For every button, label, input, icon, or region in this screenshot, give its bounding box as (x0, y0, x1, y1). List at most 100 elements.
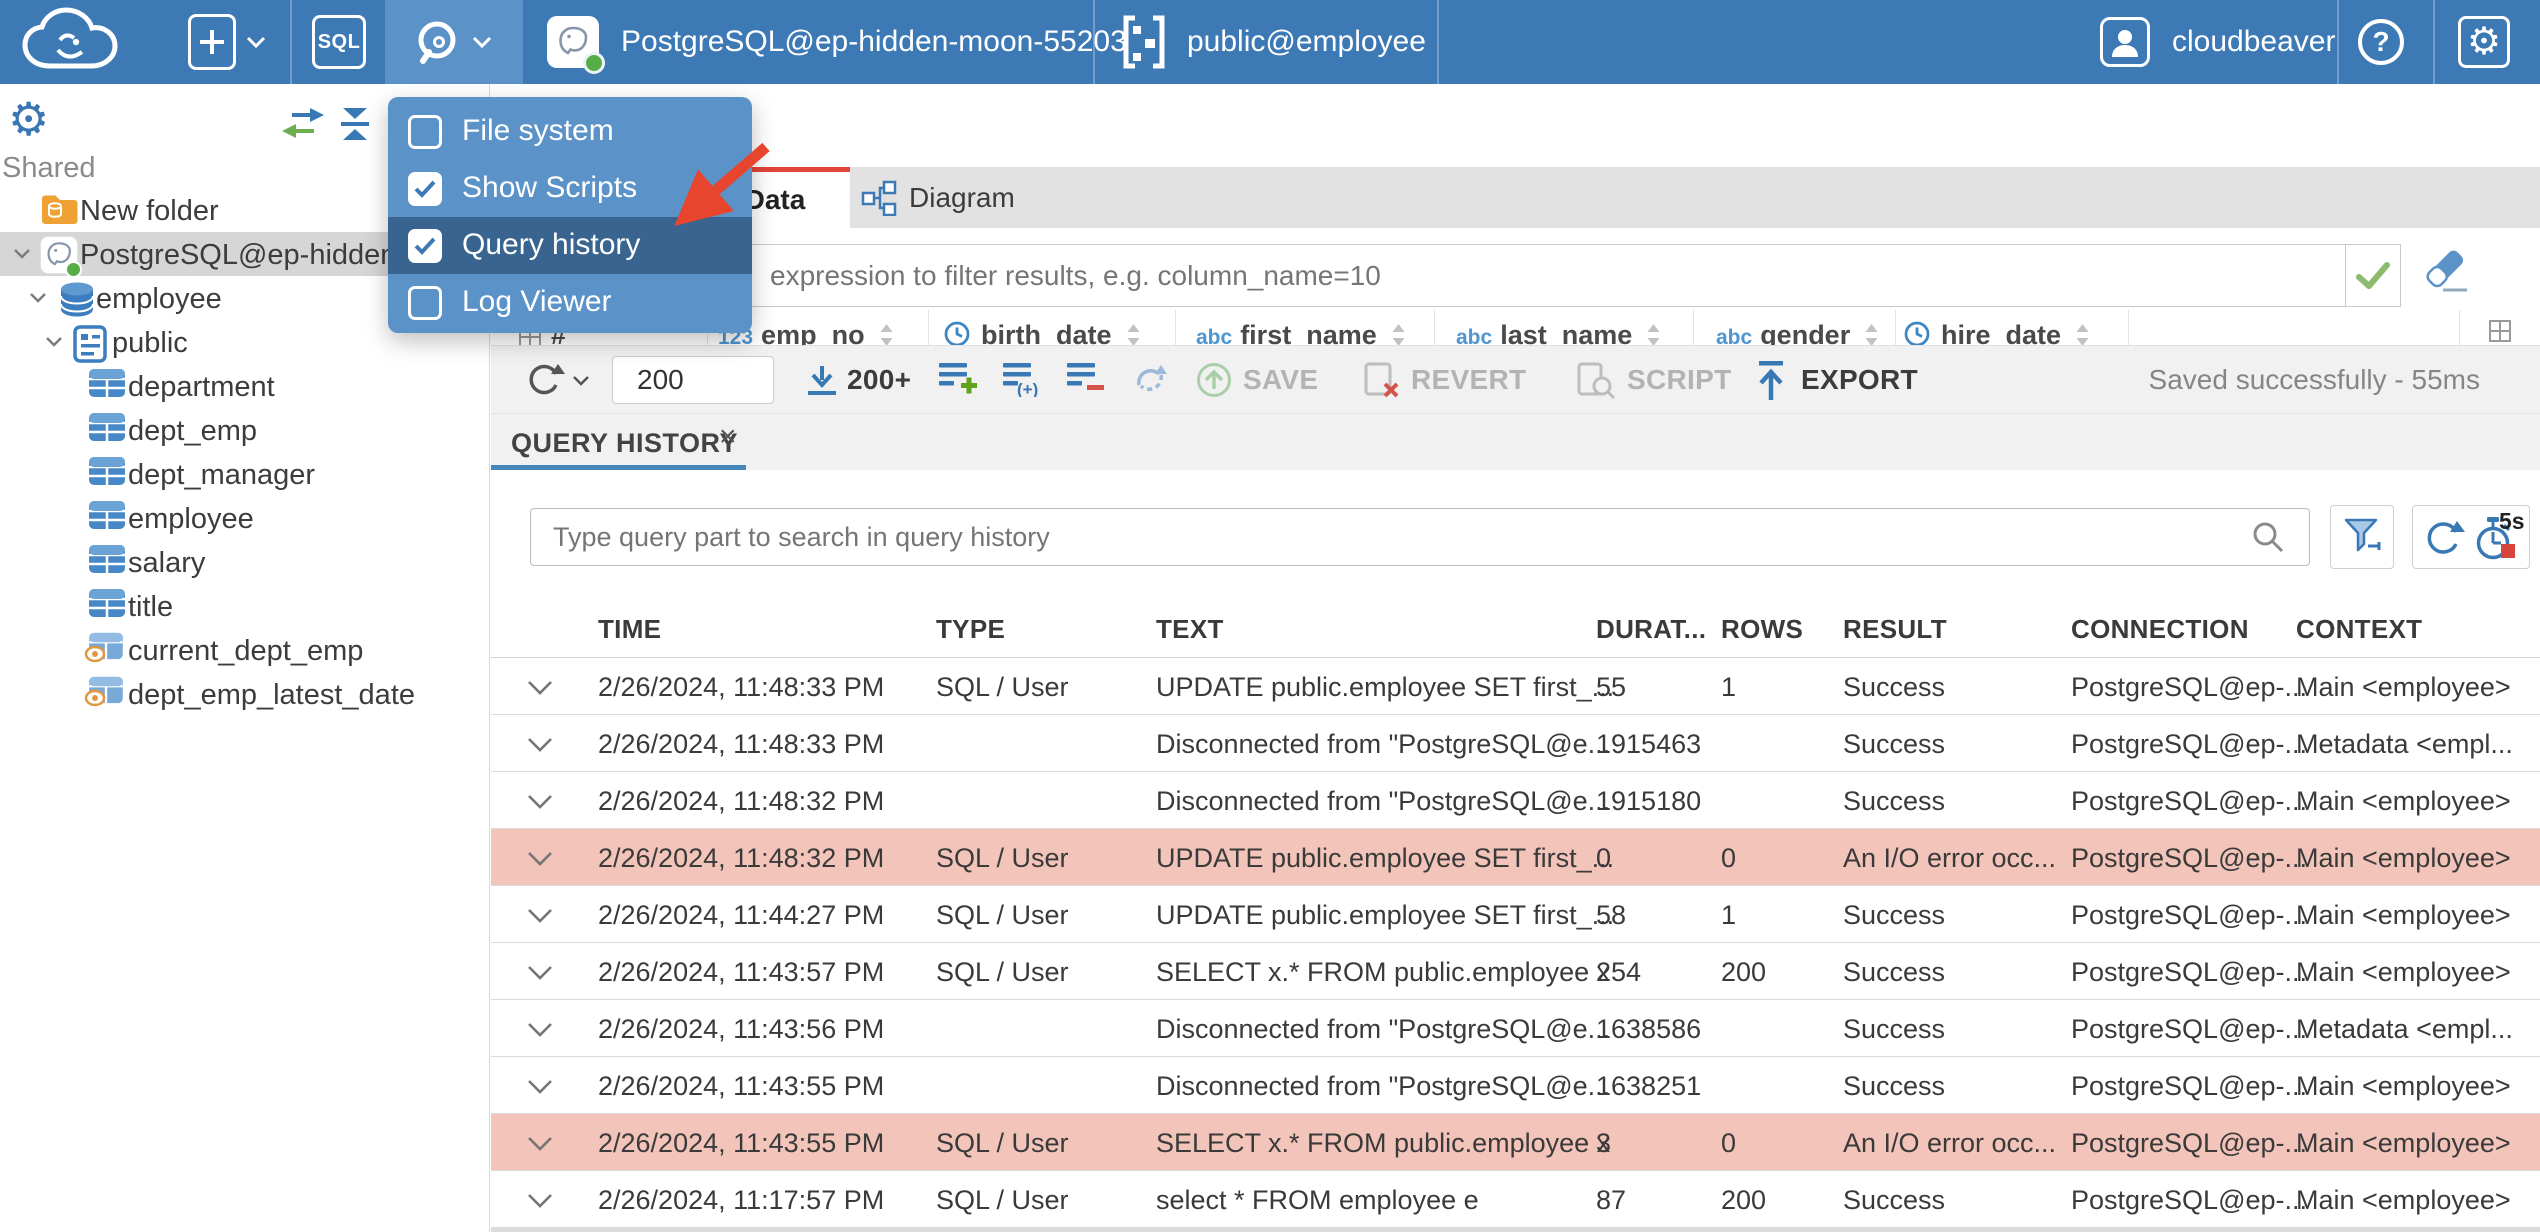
sql-editor-button[interactable]: SQL (312, 0, 366, 84)
refresh-document-icon[interactable] (1131, 361, 1171, 404)
table-icon (88, 588, 126, 623)
fetch-more-icon[interactable] (803, 364, 841, 405)
history-row[interactable]: 2/26/2024, 11:43:55 PM SQL / User SELECT x… (491, 1114, 2540, 1171)
script-button[interactable]: SCRIPT (1627, 364, 1731, 396)
history-refresh-icon[interactable] (2423, 518, 2465, 565)
column-header-durat[interactable]: DURAT... (1596, 614, 1706, 645)
filter-expression-input[interactable] (505, 244, 2346, 307)
add-row-icon[interactable] (939, 361, 979, 402)
column-header-type[interactable]: TYPE (936, 614, 1005, 645)
refresh-options-chevron-icon[interactable] (571, 374, 591, 388)
expand-row-chevron-icon[interactable] (527, 737, 553, 757)
menu-item-file-system[interactable]: File system (388, 103, 752, 160)
history-row[interactable]: 2/26/2024, 11:48:32 PM Disconnected from … (491, 772, 2540, 829)
history-row[interactable]: 2/26/2024, 11:48:32 PM SQL / User UPDATE p… (491, 829, 2540, 886)
tree-node-department[interactable]: department (0, 364, 490, 408)
tree-node-title[interactable]: title (0, 584, 490, 628)
tree-node-dept-emp-latest-date[interactable]: dept_emp_latest_date (0, 672, 490, 716)
schema-selector[interactable]: public@employee (1121, 0, 1426, 84)
close-icon[interactable]: × (719, 420, 737, 454)
row-limit-input[interactable] (612, 356, 774, 404)
column-header-context[interactable]: CONTEXT (2296, 614, 2422, 645)
tree-node-dept-manager[interactable]: dept_manager (0, 452, 490, 496)
expand-row-chevron-icon[interactable] (527, 1193, 553, 1213)
connection-selector[interactable]: PostgreSQL@ep-hidden-moon-55203 (547, 0, 1127, 84)
tree-node-current-dept-emp[interactable]: current_dept_emp (0, 628, 490, 672)
history-row[interactable]: 2/26/2024, 11:48:33 PM Disconnected from … (491, 715, 2540, 772)
query-history-search-input[interactable] (530, 508, 2310, 566)
column-header-rows[interactable]: ROWS (1721, 614, 1803, 645)
revert-button[interactable]: REVERT (1411, 364, 1526, 396)
expand-row-chevron-icon[interactable] (527, 794, 553, 814)
delete-row-icon[interactable] (1067, 361, 1107, 402)
sync-connection-icon[interactable] (280, 106, 326, 145)
grid-column-first_name[interactable]: abc first_name (1196, 320, 1406, 345)
tab-diagram[interactable]: Diagram (861, 167, 1015, 228)
clear-filter-eraser-icon[interactable] (2419, 250, 2471, 301)
fetch-more-label[interactable]: 200+ (847, 364, 911, 396)
expand-row-chevron-icon[interactable] (527, 1136, 553, 1156)
navigator-settings-gear-icon[interactable]: ⚙ (8, 96, 49, 142)
history-filter-button[interactable] (2330, 505, 2394, 569)
new-object-button[interactable] (188, 0, 268, 84)
cell-connection: PostgreSQL@ep-... (2071, 1185, 2308, 1215)
settings-button[interactable]: ⚙ (2458, 0, 2510, 84)
tree-expand-chevron-icon[interactable] (44, 335, 64, 353)
history-row[interactable]: 2/26/2024, 11:43:56 PM Disconnected from … (491, 1000, 2540, 1057)
history-row[interactable]: 2/26/2024, 11:43:57 PM SQL / User SELECT x… (491, 943, 2540, 1000)
revert-icon[interactable] (1363, 361, 1401, 404)
cell-time: 2/26/2024, 11:48:32 PM (598, 843, 885, 873)
grid-column-birth_date[interactable]: birth_date (943, 320, 1141, 345)
sort-icon[interactable] (2075, 324, 2090, 345)
history-row[interactable]: 2/26/2024, 11:43:55 PM Disconnected from … (491, 1057, 2540, 1114)
script-icon[interactable] (1576, 361, 1616, 404)
tree-expand-chevron-icon[interactable] (12, 247, 32, 265)
refresh-icon[interactable] (525, 361, 565, 406)
column-header-text[interactable]: TEXT (1156, 614, 1224, 645)
cell-context: Main <employee> (2296, 900, 2511, 930)
grid-column-hire_date[interactable]: hire_date (1903, 320, 2090, 345)
sort-icon[interactable] (879, 324, 894, 345)
tree-node-salary[interactable]: salary (0, 540, 490, 584)
username: cloudbeaver (2172, 25, 2336, 58)
column-config-grid-icon[interactable] (2489, 320, 2511, 345)
history-row[interactable]: 2/26/2024, 11:48:33 PM SQL / User UPDATE p… (491, 658, 2540, 715)
column-header-result[interactable]: RESULT (1843, 614, 1947, 645)
grid-column-gender[interactable]: abc gender (1716, 320, 1879, 345)
connection-name: PostgreSQL@ep-hidden-moon-55203 (621, 25, 1127, 58)
tab-query-history[interactable]: QUERY HISTORY × (491, 414, 746, 471)
collapse-all-icon[interactable] (336, 106, 374, 147)
history-row[interactable]: 2/26/2024, 11:17:57 PM SQL / User select *… (491, 1171, 2540, 1228)
sort-icon[interactable] (1126, 324, 1141, 345)
column-header-time[interactable]: TIME (598, 614, 661, 645)
expand-row-chevron-icon[interactable] (527, 908, 553, 928)
tree-expand-chevron-icon[interactable] (28, 291, 48, 309)
cell-connection: PostgreSQL@ep-... (2071, 786, 2308, 816)
expand-row-chevron-icon[interactable] (527, 1079, 553, 1099)
expand-row-chevron-icon[interactable] (527, 965, 553, 985)
save-icon[interactable] (1195, 361, 1233, 404)
tools-menu-button[interactable] (385, 0, 523, 84)
sort-icon[interactable] (1391, 324, 1406, 345)
sort-icon[interactable] (1646, 324, 1661, 345)
expand-row-chevron-icon[interactable] (527, 1022, 553, 1042)
export-icon[interactable] (1753, 359, 1789, 406)
apply-filter-button[interactable] (2346, 244, 2401, 307)
sort-icon[interactable] (1864, 324, 1879, 345)
menu-item-log-viewer[interactable]: Log Viewer (388, 274, 752, 331)
grid-column-last_name[interactable]: abc last_name (1456, 320, 1661, 345)
save-button[interactable]: SAVE (1243, 364, 1318, 396)
history-row[interactable]: 2/26/2024, 11:44:27 PM SQL / User UPDATE p… (491, 886, 2540, 943)
duplicate-row-icon[interactable]: (+) (1003, 361, 1045, 402)
export-button[interactable]: EXPORT (1801, 364, 1918, 396)
expand-row-chevron-icon[interactable] (527, 680, 553, 700)
tree-node-dept-emp[interactable]: dept_emp (0, 408, 490, 452)
table-bottom-scroll-strip[interactable] (491, 1228, 2540, 1232)
expand-row-chevron-icon[interactable] (527, 851, 553, 871)
help-button[interactable]: ? (2358, 0, 2404, 84)
user-menu[interactable]: cloudbeaver (2100, 0, 2335, 84)
column-header-connection[interactable]: CONNECTION (2071, 614, 2249, 645)
menu-item-show-scripts[interactable]: Show Scripts (388, 160, 752, 217)
menu-item-query-history[interactable]: Query history (388, 217, 752, 274)
tree-node-employee[interactable]: employee (0, 496, 490, 540)
